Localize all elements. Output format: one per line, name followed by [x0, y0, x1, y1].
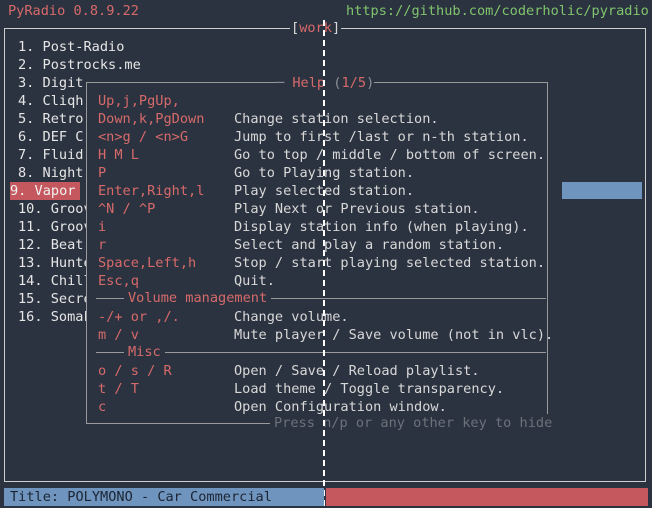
help-key: H M L — [98, 147, 139, 163]
help-description: Quit. — [234, 273, 275, 289]
help-key: Esc,q — [98, 273, 139, 289]
help-key: o / s / R — [98, 363, 172, 379]
station-item[interactable]: 15. Secre — [18, 290, 92, 308]
help-key: c — [98, 399, 107, 415]
help-key: Space,Left,h — [98, 255, 197, 271]
station-item[interactable]: 11. Groov — [18, 218, 92, 236]
help-description: Load theme / Toggle transparency. — [234, 381, 505, 397]
help-description: Mute player / Save volume (not in vlc). — [234, 327, 554, 343]
status-bar-title: Title: POLYMONO - Car Commercial — [4, 488, 324, 506]
help-page: 1/5 — [341, 75, 367, 91]
station-item[interactable]: 4. Cliqh — [18, 92, 83, 110]
help-key: i — [98, 219, 107, 235]
playlist-name: work — [299, 20, 332, 36]
help-footer-hint: Press n/p or any other key to hide — [270, 414, 557, 432]
help-key: t / T — [98, 381, 139, 397]
station-item[interactable]: 6. DEF C — [18, 128, 83, 146]
station-item[interactable]: 7. Fluid — [18, 146, 83, 164]
help-key: ^N / ^P — [98, 201, 156, 217]
help-description: Change volume. — [234, 309, 349, 325]
app-title: PyRadio 0.8.9.22 — [8, 3, 139, 19]
help-key: -/+ or ,/. — [98, 309, 180, 325]
station-item[interactable]: 13. Hunte — [18, 254, 92, 272]
station-item[interactable]: 3. Digit — [18, 74, 83, 92]
vertical-divider — [323, 20, 325, 506]
help-key: P — [98, 165, 107, 181]
station-item[interactable]: 8. Night — [18, 164, 83, 182]
playlist-title: [work] — [290, 19, 342, 37]
station-item[interactable]: 16. SomaF — [18, 308, 92, 326]
help-description: Open / Save / Reload playlist. — [234, 363, 480, 379]
status-bar-right — [326, 488, 648, 506]
help-description: Display station info (when playing). — [234, 219, 529, 235]
repo-url-link[interactable]: https://github.com/coderholic/pyradio — [346, 2, 649, 20]
station-item[interactable]: 2. Postrocks.me — [18, 56, 141, 74]
help-description: Play Next or Previous station. — [234, 201, 480, 217]
station-item[interactable]: 10. Groov — [18, 200, 92, 218]
station-item[interactable]: 1. Post-Radio — [18, 38, 124, 56]
help-key: r — [98, 237, 107, 253]
station-item[interactable]: 12. Beat — [18, 236, 83, 254]
help-title: ─ Help (1/5) — [276, 74, 375, 92]
help-description: Jump to first /last or n-th station. — [234, 129, 529, 145]
help-description: Change station selection. — [234, 111, 439, 127]
help-key: Up,j,PgUp, — [98, 93, 180, 109]
station-item[interactable]: 9. Vapor — [10, 182, 80, 200]
help-key: Down,k,PgDown — [98, 111, 205, 127]
help-key: Enter,Right,l — [98, 183, 205, 199]
help-description: Go to top / middle / bottom of screen. — [234, 147, 545, 163]
help-description: Select and play a random station. — [234, 237, 505, 253]
selection-bar-right — [562, 182, 642, 199]
volume-section-label: Volume management — [124, 289, 272, 307]
station-item[interactable]: 5. Retro — [18, 110, 83, 128]
help-description: Stop / start playing selected station. — [234, 255, 545, 271]
help-key: <n>g / <n>G — [98, 129, 189, 145]
misc-section-label: Misc — [124, 343, 165, 361]
terminal-window: PyRadio 0.8.9.22 https://github.com/code… — [0, 0, 652, 508]
help-key: m / v — [98, 327, 139, 343]
station-item[interactable]: 14. Chill — [18, 272, 92, 290]
help-title-text: Help — [292, 75, 326, 91]
